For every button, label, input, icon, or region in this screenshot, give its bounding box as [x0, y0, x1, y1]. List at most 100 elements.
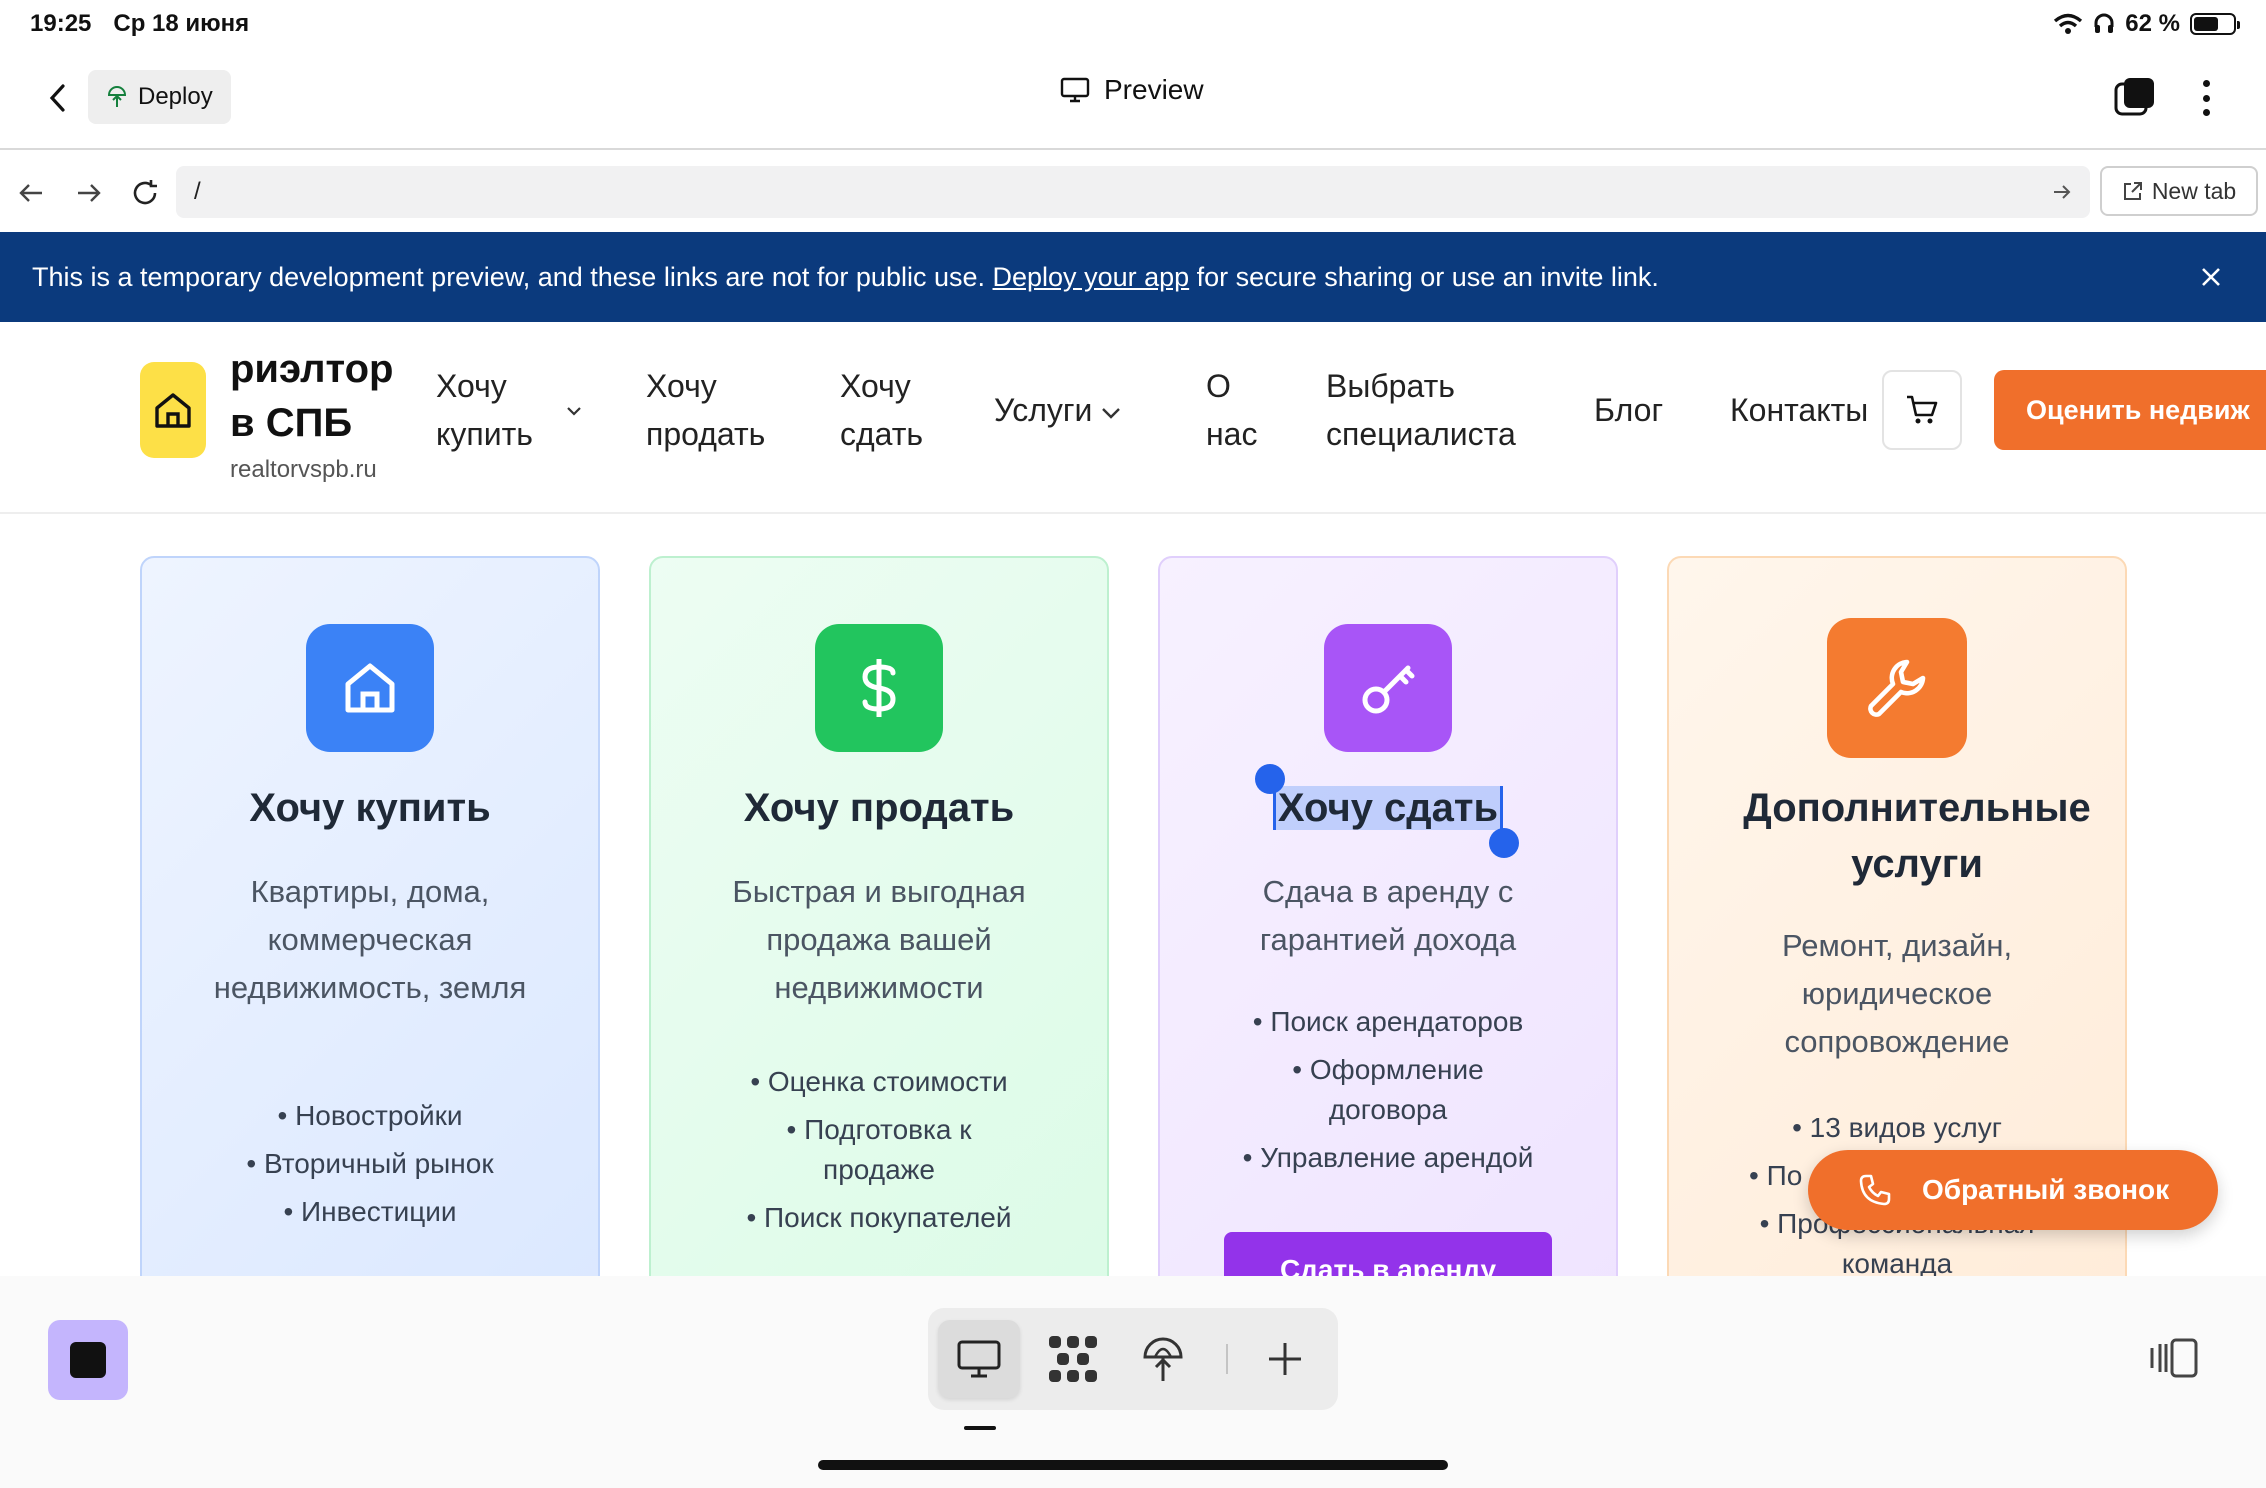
deploy-app-link[interactable]: Deploy your app: [993, 262, 1190, 292]
go-arrow-icon[interactable]: [2052, 183, 2072, 201]
reload-icon: [133, 180, 157, 205]
website-viewport: риэлтор в СПБ realtorvspb.ru Хочу купить …: [0, 322, 2266, 1276]
active-indicator: [964, 1426, 996, 1430]
wrench-icon: [1868, 659, 1926, 717]
card-description: Ремонт, дизайн, юридическое сопровождени…: [1781, 928, 2013, 1059]
arrow-right-icon: [78, 184, 101, 202]
new-tab-label: New tab: [2151, 177, 2237, 204]
browser-reload-button[interactable]: [128, 176, 162, 210]
headphones-icon: [2094, 13, 2114, 33]
rent-out-button[interactable]: Сдать в аренду: [1224, 1232, 1552, 1276]
list-item: • Поиск арендаторов: [1252, 1006, 1524, 1037]
list-item: • Оформление договора: [1292, 1054, 1484, 1125]
cart-icon: [1907, 395, 1938, 424]
card-title: Хочу сдать: [1180, 780, 1596, 836]
brand-line-1: риэлтор: [230, 347, 394, 391]
nav-buy[interactable]: Хочу купить: [436, 362, 581, 458]
deploy-label: Deploy: [138, 83, 213, 110]
site-header: риэлтор в СПБ realtorvspb.ru Хочу купить …: [0, 322, 2266, 514]
card-sell-icon-box: [815, 624, 943, 752]
card-buy[interactable]: Хочу купить Квартиры, дома, коммерческая…: [140, 556, 600, 1276]
tabs-icon[interactable]: [2114, 76, 2156, 118]
back-button[interactable]: [40, 78, 74, 118]
deploy-tool-button[interactable]: [1122, 1320, 1204, 1398]
list-item: • 13 видов услуг: [1792, 1112, 2002, 1143]
card-title: Дополнительные услуги: [1743, 786, 2091, 886]
card-rent[interactable]: Хочу сдать Сдача в аренду с гарантией до…: [1158, 556, 1618, 1276]
brand-line-2: в СПБ: [230, 401, 353, 445]
stop-icon: [70, 1342, 106, 1378]
browser-back-button[interactable]: [14, 176, 48, 210]
brand[interactable]: риэлтор в СПБ realtorvspb.ru: [230, 342, 393, 484]
battery-percent: 62 %: [2125, 10, 2180, 37]
wifi-icon: [2054, 13, 2083, 34]
url-text: /: [194, 178, 201, 205]
grid-blocks-icon: [1049, 1336, 1097, 1382]
app-switcher-button[interactable]: [48, 1320, 128, 1400]
cart-button[interactable]: [1882, 370, 1962, 450]
evaluate-property-button[interactable]: Оценить недвиж: [1994, 370, 2266, 450]
more-options-button[interactable]: [2194, 76, 2218, 120]
nav-specialist[interactable]: Выбрать специалиста: [1326, 362, 1516, 458]
card-feature-list: • Оценка стоимости • Подготовка к продаж…: [681, 1062, 1077, 1246]
home-indicator[interactable]: [818, 1460, 1448, 1470]
nav-blog[interactable]: Блог: [1594, 386, 1663, 434]
list-item: • Инвестиции: [283, 1196, 457, 1227]
browser-forward-button[interactable]: [72, 176, 106, 210]
card-extra-icon-box: [1827, 618, 1967, 758]
chevron-down-icon: [567, 407, 581, 416]
monitor-icon: [957, 1340, 1001, 1378]
key-icon: [1362, 665, 1415, 714]
list-item: • Оценка стоимости: [750, 1066, 1008, 1097]
nav-about[interactable]: Онас: [1206, 362, 1257, 458]
close-icon[interactable]: [2196, 262, 2226, 292]
card-sell[interactable]: Хочу продать Быстрая и выгодная продажа …: [649, 556, 1109, 1276]
preview-tool-button[interactable]: [938, 1320, 1020, 1398]
logo[interactable]: [140, 362, 206, 458]
list-item: • Вторичный рынок: [246, 1148, 494, 1179]
side-panel-icon[interactable]: [2150, 1338, 2200, 1378]
app-toolbar: Deploy Preview: [0, 48, 2266, 150]
view-tool-group: [928, 1308, 1338, 1410]
card-description: Квартиры, дома, коммерческая недвижимост…: [213, 874, 527, 1005]
card-feature-list: • Новостройки • Вторичный рынок • Инвест…: [172, 1096, 568, 1240]
card-rent-icon-box: [1324, 624, 1452, 752]
banner-text: This is a temporary development preview,…: [32, 261, 1659, 292]
brand-domain: realtorvspb.ru: [230, 456, 377, 483]
callback-button[interactable]: Обратный звонок: [1808, 1150, 2218, 1230]
deploy-icon: [107, 86, 127, 107]
workspace-tool-button[interactable]: [1032, 1320, 1114, 1398]
deploy-button[interactable]: Deploy: [88, 70, 231, 124]
arrow-left-icon: [19, 184, 42, 202]
selection-handle-start[interactable]: [1255, 764, 1285, 794]
card-title: Хочу продать: [743, 786, 1015, 830]
list-item: • Поиск покупателей: [746, 1202, 1012, 1233]
status-bar: 19:25 Ср 18 июня 62 %: [0, 0, 2266, 48]
nav-sell[interactable]: Хочу продать: [646, 362, 765, 458]
phone-icon: [1859, 1174, 1891, 1206]
divider: [1226, 1344, 1228, 1374]
add-tool-button[interactable]: [1244, 1320, 1326, 1398]
card-feature-list: • Поиск арендаторов • Оформление договор…: [1190, 1002, 1586, 1186]
card-description: Сдача в аренду с гарантией дохода: [1259, 874, 1517, 957]
url-input[interactable]: /: [176, 166, 2090, 218]
nav-rent[interactable]: Хочу сдать: [840, 362, 923, 458]
browser-url-row: / New tab: [0, 152, 2266, 232]
battery-icon: [2190, 13, 2240, 35]
nav-services[interactable]: Услуги: [994, 386, 1121, 434]
chevron-left-icon: [49, 84, 65, 112]
selection-handle-end[interactable]: [1489, 828, 1519, 858]
callback-label: Обратный звонок: [1922, 1174, 2170, 1205]
list-item: • Новостройки: [277, 1100, 463, 1131]
status-date: Ср 18 июня: [113, 10, 250, 37]
nav-contacts[interactable]: Контакты: [1730, 386, 1868, 434]
new-tab-button[interactable]: New tab: [2100, 166, 2258, 216]
card-buy-icon-box: [306, 624, 434, 752]
card-description: Быстрая и выгодная продажа вашей недвижи…: [732, 874, 1026, 1005]
monitor-icon: [1060, 77, 1090, 103]
card-title: Хочу купить: [249, 786, 491, 830]
preview-title: Preview: [1060, 74, 1204, 106]
selected-text[interactable]: Хочу сдать: [1272, 786, 1504, 830]
home-icon: [155, 393, 191, 428]
external-link-icon: [2123, 182, 2142, 200]
